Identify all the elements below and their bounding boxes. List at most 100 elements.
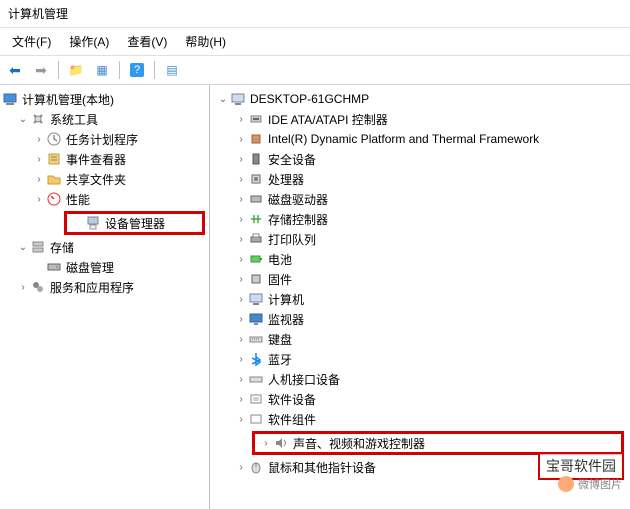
keyboard-icon bbox=[248, 331, 264, 347]
mouse-icon bbox=[248, 459, 264, 475]
list-button[interactable]: ▦ bbox=[91, 59, 113, 81]
expand-icon[interactable]: › bbox=[234, 152, 248, 166]
expand-icon[interactable]: › bbox=[32, 192, 46, 206]
expand-icon[interactable]: › bbox=[234, 132, 248, 146]
right-tree: ⌄ DESKTOP-61GCHMP ›IDE ATA/ATAPI 控制器 ›In… bbox=[210, 85, 630, 509]
tree-device-manager[interactable]: 设备管理器 bbox=[71, 214, 169, 232]
menu-view[interactable]: 查看(V) bbox=[119, 30, 175, 53]
tree-performance[interactable]: › 性能 bbox=[0, 189, 209, 209]
expand-icon[interactable]: › bbox=[16, 280, 30, 294]
menu-action[interactable]: 操作(A) bbox=[61, 30, 117, 53]
expand-icon[interactable]: › bbox=[234, 412, 248, 426]
expand-icon[interactable]: › bbox=[234, 232, 248, 246]
expand-icon[interactable]: › bbox=[234, 252, 248, 266]
expand-icon[interactable]: › bbox=[234, 192, 248, 206]
expand-icon[interactable]: › bbox=[234, 112, 248, 126]
tree-label: 服务和应用程序 bbox=[50, 279, 134, 296]
event-icon bbox=[46, 151, 62, 167]
expand-icon[interactable]: › bbox=[234, 292, 248, 306]
storage-icon bbox=[30, 239, 46, 255]
expand-icon[interactable]: › bbox=[234, 392, 248, 406]
expand-icon[interactable]: › bbox=[234, 272, 248, 286]
help-button[interactable]: ? bbox=[126, 59, 148, 81]
separator bbox=[154, 61, 155, 79]
device-category-security[interactable]: › 安全设备 bbox=[210, 149, 630, 169]
device-category-sound[interactable]: ›声音、视频和游戏控制器 bbox=[259, 434, 429, 452]
forward-button[interactable]: ➡ bbox=[30, 59, 52, 81]
collapse-icon[interactable]: ⌄ bbox=[16, 112, 30, 126]
expand-icon[interactable]: › bbox=[234, 212, 248, 226]
expand-icon[interactable]: › bbox=[32, 152, 46, 166]
device-category-ide[interactable]: ›IDE ATA/ATAPI 控制器 bbox=[210, 109, 630, 129]
computer-icon bbox=[230, 91, 246, 107]
tree-label: 任务计划程序 bbox=[66, 131, 138, 148]
drive-icon bbox=[248, 191, 264, 207]
expand-icon[interactable]: › bbox=[234, 172, 248, 186]
expand-icon[interactable]: › bbox=[234, 460, 248, 474]
expand-icon[interactable]: › bbox=[234, 372, 248, 386]
device-category-computers[interactable]: ›计算机 bbox=[210, 289, 630, 309]
tree-services-apps[interactable]: › 服务和应用程序 bbox=[0, 277, 209, 297]
shared-folder-icon bbox=[46, 171, 62, 187]
device-label: 蓝牙 bbox=[268, 351, 292, 368]
device-label: 鼠标和其他指针设备 bbox=[268, 459, 376, 476]
expand-icon[interactable]: › bbox=[234, 312, 248, 326]
tree-event-viewer[interactable]: › 事件查看器 bbox=[0, 149, 209, 169]
tree-disk-mgmt[interactable]: 磁盘管理 bbox=[0, 257, 209, 277]
collapse-icon[interactable]: ⌄ bbox=[16, 240, 30, 254]
folder-button[interactable]: 📁 bbox=[65, 59, 87, 81]
menu-file[interactable]: 文件(F) bbox=[4, 30, 59, 53]
device-category-hid[interactable]: ›人机接口设备 bbox=[210, 369, 630, 389]
storage-ctrl-icon bbox=[248, 211, 264, 227]
device-label: 磁盘驱动器 bbox=[268, 191, 328, 208]
performance-icon bbox=[46, 191, 62, 207]
device-category-processors[interactable]: ›处理器 bbox=[210, 169, 630, 189]
collapse-icon[interactable]: ⌄ bbox=[216, 92, 230, 106]
tree-label: 事件查看器 bbox=[66, 151, 126, 168]
device-manager-icon bbox=[85, 215, 101, 231]
expand-icon[interactable]: › bbox=[234, 332, 248, 346]
device-root[interactable]: ⌄ DESKTOP-61GCHMP bbox=[210, 89, 630, 109]
tree-label: 存储 bbox=[50, 239, 74, 256]
menu-help[interactable]: 帮助(H) bbox=[177, 30, 234, 53]
cpu-icon bbox=[248, 171, 264, 187]
watermark: 微博图片 bbox=[558, 476, 622, 492]
device-label: 安全设备 bbox=[268, 151, 316, 168]
computer-mgmt-icon bbox=[2, 91, 18, 107]
device-category-storage-ctrl[interactable]: › 存储控制器 bbox=[210, 209, 630, 229]
tree-root-computer-mgmt[interactable]: 计算机管理(本地) bbox=[0, 89, 209, 109]
device-category-firmware[interactable]: ›固件 bbox=[210, 269, 630, 289]
help-icon: ? bbox=[130, 63, 144, 77]
back-button[interactable]: ⬅ bbox=[4, 59, 26, 81]
expand-icon[interactable]: › bbox=[234, 352, 248, 366]
tree-storage[interactable]: ⌄ 存储 bbox=[0, 237, 209, 257]
details-button[interactable]: ▤ bbox=[161, 59, 183, 81]
sound-icon bbox=[273, 435, 289, 451]
device-category-keyboards[interactable]: › 键盘 bbox=[210, 329, 630, 349]
expand-icon[interactable]: › bbox=[259, 436, 273, 450]
device-category-sw-devices[interactable]: ›软件设备 bbox=[210, 389, 630, 409]
device-category-sw-components[interactable]: › 软件组件 bbox=[210, 409, 630, 429]
device-category-intel[interactable]: ›Intel(R) Dynamic Platform and Thermal F… bbox=[210, 129, 630, 149]
tree-system-tools[interactable]: ⌄ 系统工具 bbox=[0, 109, 209, 129]
tree-task-scheduler[interactable]: › 任务计划程序 bbox=[0, 129, 209, 149]
battery-icon bbox=[248, 251, 264, 267]
disk-icon bbox=[46, 259, 62, 275]
clock-icon bbox=[46, 131, 62, 147]
device-label: 键盘 bbox=[268, 331, 292, 348]
device-category-bluetooth[interactable]: › 蓝牙 bbox=[210, 349, 630, 369]
device-category-monitors[interactable]: ›监视器 bbox=[210, 309, 630, 329]
device-category-disk-drives[interactable]: › 磁盘驱动器 bbox=[210, 189, 630, 209]
device-category-batteries[interactable]: ›电池 bbox=[210, 249, 630, 269]
device-category-print-queues[interactable]: ›打印队列 bbox=[210, 229, 630, 249]
tree-label: 性能 bbox=[66, 191, 90, 208]
spacer bbox=[32, 260, 46, 274]
tree-label: 系统工具 bbox=[50, 111, 98, 128]
expand-icon[interactable]: › bbox=[32, 172, 46, 186]
device-label: 存储控制器 bbox=[268, 211, 328, 228]
tree-shared-folders[interactable]: › 共享文件夹 bbox=[0, 169, 209, 189]
services-icon bbox=[30, 279, 46, 295]
device-label: 软件组件 bbox=[268, 411, 316, 428]
expand-icon[interactable]: › bbox=[32, 132, 46, 146]
window-title: 计算机管理 bbox=[8, 7, 68, 21]
